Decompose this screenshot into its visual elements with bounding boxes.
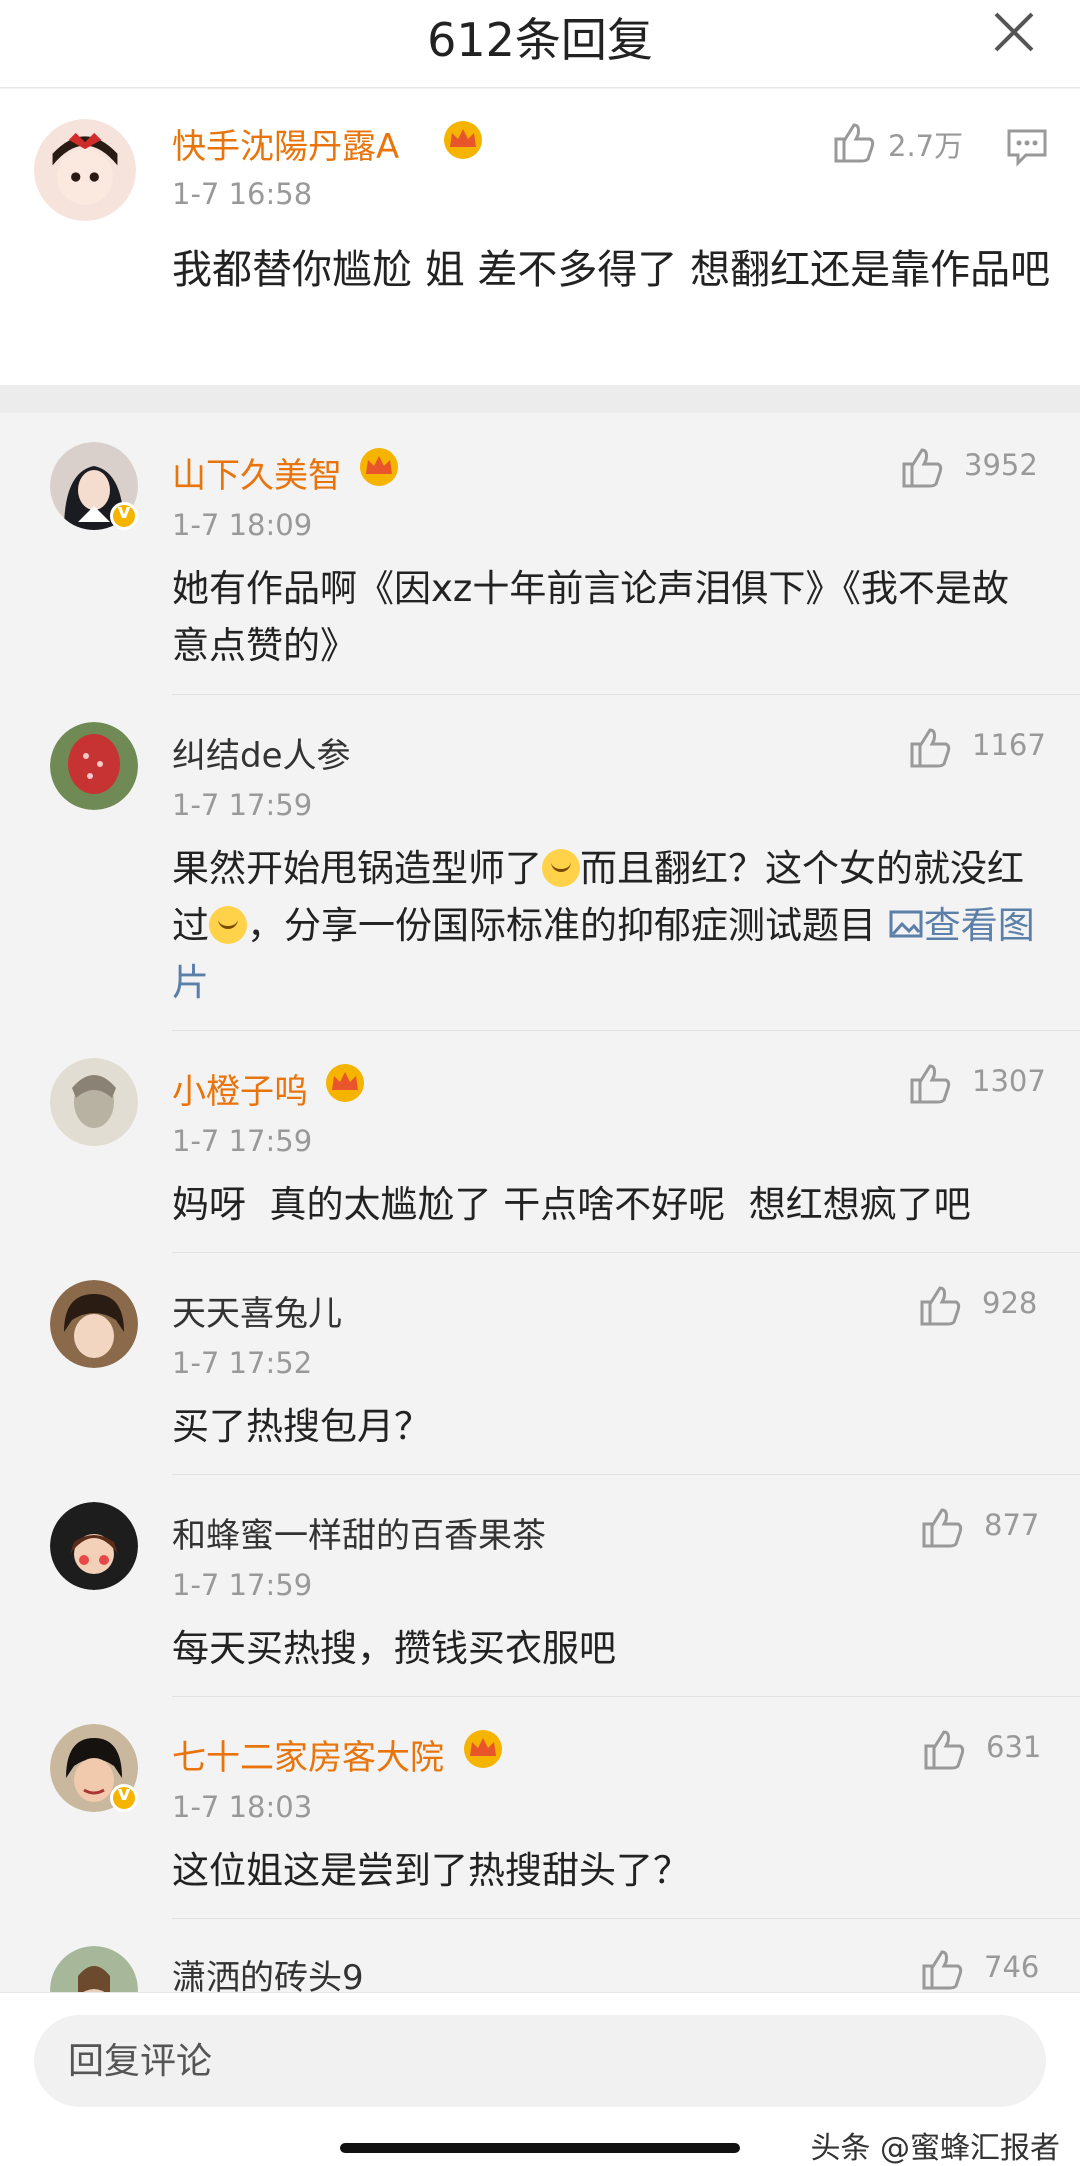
- avatar[interactable]: [50, 722, 138, 810]
- reply-username[interactable]: 纠结de人参: [172, 728, 351, 777]
- verified-badge-icon: [110, 499, 138, 530]
- comment-username[interactable]: 快手沈陽丹露A: [172, 119, 399, 168]
- like-icon[interactable]: [918, 1504, 964, 1550]
- reply-text: 这位姐这是尝到了热搜甜头了？: [172, 1849, 690, 1892]
- reply-time: 1-7 17:59: [172, 1124, 313, 1158]
- reply-username[interactable]: 小橙子呜: [172, 1064, 308, 1113]
- like-icon[interactable]: [906, 1060, 952, 1106]
- reply-text-part: ，分享一份国际标准的抑郁症测试题目: [247, 904, 888, 947]
- reply-bar: 头条 @蜜蜂汇报者: [0, 1992, 1080, 2166]
- reply-time: 1-7 17:52: [172, 1346, 313, 1380]
- like-icon[interactable]: [906, 724, 952, 770]
- like-icon[interactable]: [916, 1282, 962, 1328]
- home-indicator: [340, 2143, 740, 2153]
- reply-text: 买了热搜包月？: [172, 1405, 431, 1448]
- vip-crown-icon: [326, 1064, 364, 1102]
- avatar[interactable]: [50, 1058, 138, 1146]
- main-comment: 快手沈陽丹露A 1-7 16:58 2.7万 我都替你尴尬 姐 差不多得了 想翻…: [0, 89, 1080, 385]
- reply-time: 1-7 18:03: [172, 1790, 313, 1824]
- divider: [172, 1474, 1080, 1475]
- vip-crown-icon: [360, 448, 398, 486]
- header: 612条回复: [0, 0, 1080, 88]
- image-icon[interactable]: [888, 906, 924, 942]
- like-icon[interactable]: [918, 1946, 964, 1992]
- reply-time: 1-7 17:59: [172, 1568, 313, 1602]
- reply-time: 1-7 18:09: [172, 508, 313, 542]
- reply-username[interactable]: 七十二家房客大院: [172, 1730, 444, 1779]
- like-count: 1167: [972, 728, 1046, 762]
- like-icon[interactable]: [898, 444, 944, 490]
- divider: [172, 1030, 1080, 1031]
- like-count: 928: [982, 1286, 1038, 1320]
- reply-text: 果然开始甩锅造型师了 而且翻红？这个女的就没红过 ，分享一份国际标准的抑郁症测试题目…: [172, 840, 1042, 1011]
- vip-crown-icon: [444, 121, 482, 159]
- like-count: 2.7万: [888, 129, 964, 163]
- comment-time: 1-7 16:58: [172, 177, 313, 211]
- reply-input[interactable]: [34, 2015, 1046, 2107]
- thinking-emoji-icon: [542, 849, 580, 887]
- divider: [172, 694, 1080, 695]
- reply-page: 612条回复 快手沈陽丹露A 1-7 16:58 2.7万 我都替你尴尬 姐 差…: [0, 0, 1080, 2166]
- reply-text: 每天买热搜，攒钱买衣服吧: [172, 1627, 616, 1670]
- verified-badge-icon: [110, 1781, 138, 1812]
- reply-username[interactable]: 天天喜兔儿: [172, 1286, 342, 1335]
- like-icon[interactable]: [920, 1726, 966, 1772]
- reply-text: 妈呀 真的太尴尬了 干点啥不好呢 想红想疯了吧: [172, 1183, 971, 1226]
- vip-crown-icon: [464, 1730, 502, 1768]
- avatar[interactable]: [50, 1502, 138, 1590]
- like-count: 746: [984, 1950, 1040, 1984]
- divider: [172, 1252, 1080, 1253]
- reply-username[interactable]: 山下久美智: [172, 448, 342, 497]
- divider: [172, 1696, 1080, 1697]
- reply-username[interactable]: 和蜂蜜一样甜的百香果茶: [172, 1508, 546, 1557]
- avatar[interactable]: [50, 1280, 138, 1368]
- laugh-cry-emoji-icon: [209, 906, 247, 944]
- like-icon[interactable]: [830, 119, 876, 165]
- comment-icon[interactable]: [1004, 123, 1050, 169]
- section-divider: [0, 385, 1080, 413]
- like-count: 1307: [972, 1064, 1046, 1098]
- avatar[interactable]: [34, 119, 136, 221]
- like-count: 631: [986, 1730, 1042, 1764]
- like-count: 877: [984, 1508, 1040, 1542]
- reply-time: 1-7 17:59: [172, 788, 313, 822]
- like-count: 3952: [964, 448, 1038, 482]
- reply-text-part: 果然开始甩锅造型师了: [172, 847, 542, 890]
- page-title: 612条回复: [427, 13, 653, 67]
- comment-text: 我都替你尴尬 姐 差不多得了 想翻红还是靠作品吧: [172, 247, 1051, 293]
- close-icon[interactable]: [988, 6, 1040, 58]
- watermark: 头条 @蜜蜂汇报者: [810, 2131, 1060, 2166]
- reply-text: 她有作品啊《因xz十年前言论声泪俱下》《我不是故意点赞的》: [172, 567, 1009, 667]
- divider: [172, 1918, 1080, 1919]
